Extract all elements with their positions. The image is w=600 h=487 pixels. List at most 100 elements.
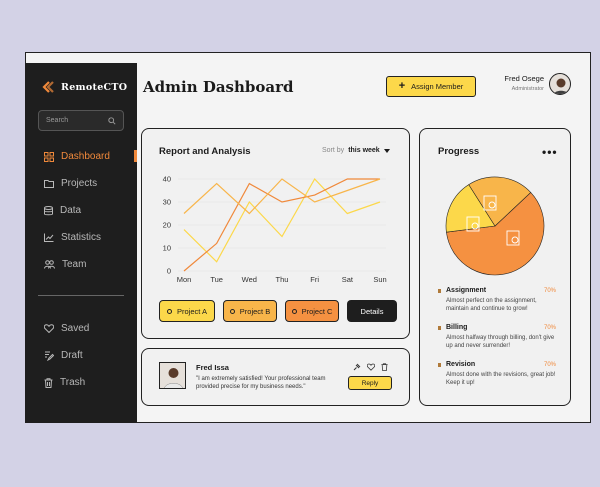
assign-member-button[interactable]: + Assign Member (386, 76, 476, 97)
reply-button[interactable]: Reply (348, 376, 392, 390)
review-actions (353, 363, 388, 371)
progress-title: Progress (438, 146, 480, 157)
dot-icon (229, 308, 235, 314)
x-tick-label: Tue (210, 275, 223, 284)
pin-icon[interactable] (353, 363, 361, 371)
sidebar-item-label: Draft (61, 350, 83, 361)
bullet-icon (438, 325, 441, 330)
line-chart: 0 10 20 30 40 Mon Tue Wed Thu Fri Sat Sun (163, 175, 387, 285)
user-info: Fred Osege Administrator (490, 74, 544, 92)
project-a-button[interactable]: Project A (159, 300, 215, 322)
reviewer-avatar (159, 362, 186, 389)
team-icon (44, 260, 55, 269)
bullet-icon (438, 288, 441, 293)
dot-icon (166, 308, 172, 314)
sidebar-item-team[interactable]: Team (25, 251, 137, 278)
task-percent: 70% (543, 324, 556, 331)
active-indicator (134, 150, 137, 162)
details-button[interactable]: Details (347, 300, 397, 322)
task-name: Revision (446, 361, 476, 368)
database-icon (44, 205, 53, 215)
project-b-button[interactable]: Project B (223, 300, 277, 322)
grid-icon (44, 151, 54, 162)
sidebar-item-draft[interactable]: Draft (25, 342, 137, 369)
secondary-nav: Saved Draft Trash (25, 315, 137, 396)
series-line-3 (183, 178, 381, 215)
x-tick-label: Sun (373, 275, 386, 284)
sidebar-divider (38, 295, 124, 296)
x-tick-label: Mon (177, 275, 192, 284)
y-tick-label: 40 (163, 175, 171, 184)
bullet-icon (438, 362, 441, 367)
dot-icon (291, 308, 297, 314)
main-nav: Dashboard Projects Data Statistics Team (25, 143, 137, 278)
sort-dropdown[interactable]: Sort by this week (322, 147, 390, 154)
task-name: Assignment (446, 287, 487, 294)
y-tick-label: 30 (163, 198, 171, 207)
trash-icon[interactable] (381, 363, 388, 371)
caret-down-icon (383, 148, 390, 153)
sidebar-item-trash[interactable]: Trash (25, 369, 137, 396)
plus-icon: + (398, 80, 406, 92)
reviewer-image (164, 368, 183, 388)
sort-label: Sort by (322, 147, 345, 154)
search-icon (108, 116, 116, 125)
task-desc: Almost halfway through billing, don't gi… (446, 335, 555, 350)
logo-text: RemoteCTO (61, 81, 128, 93)
draft-icon (45, 351, 54, 361)
sidebar-item-saved[interactable]: Saved (25, 315, 137, 342)
heart-icon[interactable] (367, 363, 375, 371)
chart-icon (44, 233, 54, 242)
more-icon[interactable]: ••• (542, 145, 558, 159)
task-revision: Revision 70% Almost done with the revisi… (438, 361, 556, 387)
sidebar-item-label: Team (62, 259, 87, 270)
logo[interactable]: RemoteCTO (41, 81, 127, 93)
user-role: Administrator (511, 86, 544, 92)
series-line-1 (183, 177, 381, 263)
sidebar-item-data[interactable]: Data (25, 197, 137, 224)
y-tick-label: 10 (163, 244, 171, 253)
x-tick-label: Fri (310, 275, 319, 284)
project-c-button[interactable]: Project C (285, 300, 339, 322)
heart-icon (44, 324, 54, 333)
sidebar-item-label: Saved (61, 323, 90, 334)
y-tick-label: 20 (163, 221, 171, 230)
sidebar-item-label: Trash (60, 377, 86, 388)
sidebar-item-projects[interactable]: Projects (25, 170, 137, 197)
review-text: "I am extremely satisfied! Your professi… (196, 376, 326, 391)
x-tick-label: Thu (276, 275, 289, 284)
project-label: Project B (239, 306, 271, 316)
sidebar: RemoteCTO Search Dashboard Projects Data… (25, 63, 137, 423)
sidebar-item-label: Statistics (61, 232, 102, 243)
report-title: Report and Analysis (159, 146, 251, 157)
progress-card: Progress ••• Assignment 70% Almost perfe… (419, 128, 571, 406)
user-name: Fred Osege (504, 74, 544, 83)
sidebar-item-label: Dashboard (61, 151, 110, 162)
trash-icon (44, 377, 53, 388)
review-card: Fred Issa "I am extremely satisfied! You… (141, 348, 410, 406)
x-tick-label: Sat (342, 275, 354, 284)
logo-icon (42, 81, 54, 93)
page-title: Admin Dashboard (143, 78, 294, 96)
task-percent: 70% (543, 287, 556, 294)
sidebar-item-dashboard[interactable]: Dashboard (25, 143, 137, 170)
reviewer-name: Fred Issa (196, 363, 229, 372)
avatar[interactable] (549, 73, 571, 95)
task-billing: Billing 70% Almost halfway through billi… (438, 324, 556, 350)
project-label: Project A (176, 306, 207, 316)
search-placeholder: Search (46, 117, 69, 124)
task-name: Billing (446, 324, 468, 331)
sidebar-item-label: Data (60, 205, 82, 216)
task-percent: 70% (543, 361, 556, 368)
y-tick-label: 0 (167, 267, 171, 276)
pie-chart (445, 176, 545, 276)
search-input[interactable]: Search (38, 110, 124, 131)
task-desc: Almost perfect on the assignment, mainta… (446, 298, 537, 313)
sidebar-item-statistics[interactable]: Statistics (25, 224, 137, 251)
task-assignment: Assignment 70% Almost perfect on the ass… (438, 287, 556, 313)
sort-value: this week (348, 147, 380, 154)
folder-icon (44, 180, 54, 188)
assign-member-label: Assign Member (411, 82, 464, 91)
task-desc: Almost done with the revisions, great jo… (446, 372, 556, 387)
project-buttons: Project A Project B Project C Details (159, 300, 397, 322)
